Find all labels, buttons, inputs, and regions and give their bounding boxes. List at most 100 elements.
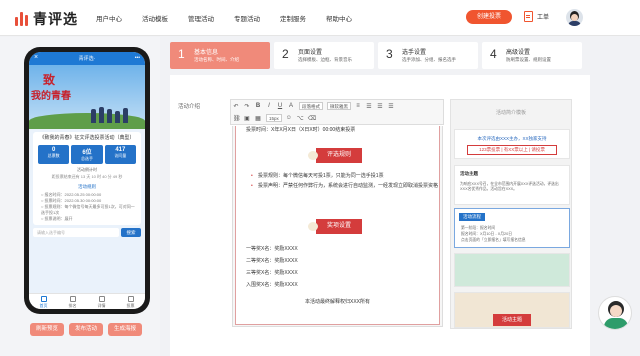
activity-title: 《致我的青春》征文评选投票活动（典型） [39, 135, 135, 141]
gift-icon [308, 151, 318, 160]
home-icon [40, 296, 47, 302]
code-icon[interactable]: ⌥ [297, 115, 304, 122]
logo-bars-icon [14, 11, 30, 27]
undo-icon[interactable]: ↶ [233, 103, 239, 110]
tab-vote[interactable]: 投票 [116, 294, 145, 309]
hero-banner: 致 我的青春 [29, 65, 145, 129]
align-left-icon[interactable]: ☰ [366, 103, 372, 110]
format-select[interactable]: 段落格式 [299, 102, 323, 110]
vote-icon [127, 296, 134, 302]
rule-line: 投票声明：严禁任何作弊行为，系统会进行自动监测，一经发现立即取消投票资格 [251, 182, 438, 190]
publish-button[interactable]: 发布活动 [69, 323, 104, 336]
hero-title-1: 致 [43, 73, 56, 87]
vote-time-line: 投票时间：X年X月X日（X日X时）00:00结束投票 [246, 127, 356, 133]
stat-votes: 0 总票数 [38, 145, 70, 164]
phone-tabbar: 首页 排名 详情 投票 [29, 293, 145, 309]
search-button[interactable]: 搜索 [121, 228, 141, 237]
rules-section-button: 评选规则 [308, 148, 362, 163]
step-page-settings[interactable]: 2 页面设置 选择模板、边框、背景音乐 [274, 42, 374, 69]
prize-line: 入围奖X名：奖励XXXX [246, 282, 298, 288]
step-candidate-settings[interactable]: 3 选手设置 选手添加、分组、报名选手 [378, 42, 478, 69]
customer-service-avatar[interactable] [598, 296, 632, 330]
refresh-preview-button[interactable]: 刷新预览 [30, 323, 65, 336]
font-color-icon[interactable]: A [288, 103, 294, 109]
table-icon[interactable]: ▦ [255, 115, 261, 122]
form-area: 活动介绍 ↶ ↷ B I U A 段落格式 微软雅黑 ≡ ☰ ☰ ☰ ⛓ ▣ ▦… [170, 75, 590, 356]
search-row: 请输入选手编号 搜索 [33, 228, 141, 237]
font-size-select[interactable]: 15px [266, 114, 282, 122]
template-card[interactable]: 活动主题 [454, 292, 570, 328]
align-center-icon[interactable]: ☰ [377, 103, 383, 110]
prize-line: 一等奖X名：奖励XXXX [246, 246, 298, 252]
logo[interactable]: 青评选 [14, 9, 78, 29]
nav-topics[interactable]: 专题活动 [234, 13, 260, 23]
tab-details[interactable]: 详情 [87, 294, 116, 309]
brand-name: 青评选 [33, 11, 78, 27]
footer-note: 本活动最终解释权归XXX所有 [304, 299, 370, 305]
prize-line: 三等奖X名：奖励XXXX [246, 270, 298, 276]
stat-candidates: 6位 总选手 [71, 145, 103, 164]
link-icon[interactable]: ⛓ [233, 115, 241, 122]
align-right-icon[interactable]: ☰ [388, 103, 394, 110]
list-icon[interactable]: ≡ [355, 103, 361, 109]
stat-visits: 417 访问量 [104, 145, 136, 164]
emoji-icon[interactable]: ☺ [286, 115, 292, 121]
template-card[interactable]: 活动流程 第一阶段：报名时间 报名时间：X月10日 - X月20日 点击页面的「… [454, 208, 570, 248]
more-icon[interactable]: ••• [135, 55, 140, 61]
template-heading: 活动简介模板 [495, 110, 526, 116]
awards-section-button: 奖项设置 [308, 219, 362, 234]
nav-templates[interactable]: 活动模板 [142, 13, 168, 23]
nav-user-center[interactable]: 用户中心 [96, 13, 122, 23]
rule-line: 投票规则：每个微信每天可投1票，只能为同一选手投1票 [251, 172, 438, 180]
intro-label: 活动介绍 [178, 104, 201, 110]
bold-icon[interactable]: B [255, 103, 261, 109]
preview-actions: 刷新预览 发布活动 生成海报 [30, 323, 147, 336]
italic-icon[interactable]: I [266, 103, 272, 109]
activity-card: 《致我的青春》征文评选投票活动（典型） 0 总票数 6位 总选手 417 访问量 活动… [33, 132, 141, 225]
hero-title-2: 我的青春 [31, 91, 71, 102]
template-card[interactable]: 活动主题 为响应XXX号召，在全市范围内开展XXX评选活动，评选出XXX名优秀作… [454, 165, 570, 205]
stats-row: 0 总票数 6位 总选手 417 访问量 [37, 145, 137, 164]
step-tabs: 1 基本信息 活动名称、时间、介绍 2 页面设置 选择模板、边框、背景音乐 3 选手设置选… [170, 42, 586, 69]
phone-screen[interactable]: × 青评选· ••• 致 我的青春 《致我的青春》征文评选投票活动（典型） 0总… [29, 52, 145, 309]
rule-item: ○ 投票规则：每个微信号每天最多可投1次，可对同一选手投1次 [41, 204, 135, 215]
details-icon [98, 296, 105, 302]
template-theme-button: 活动主题 [493, 314, 531, 326]
nav-manage[interactable]: 管理活动 [188, 13, 214, 23]
template-card[interactable] [454, 253, 570, 287]
clear-format-icon[interactable]: ⌫ [308, 115, 316, 122]
search-input[interactable]: 请输入选手编号 [33, 228, 119, 237]
ticket-label: 工单 [537, 15, 550, 21]
countdown-value: 距投票结束还有 13 天 10 时 40 分 49 秒 [51, 174, 123, 179]
underline-icon[interactable]: U [277, 103, 283, 109]
gift-icon [308, 222, 318, 231]
ranking-icon [69, 296, 76, 302]
main-nav: 用户中心 活动模板 管理活动 专题活动 定制服务 帮助中心 [96, 13, 372, 23]
tab-home[interactable]: 首页 [29, 294, 58, 309]
top-bar: 青评选 用户中心 活动模板 管理活动 专题活动 定制服务 帮助中心 创建投票 工… [0, 0, 640, 36]
prize-line: 二等奖X名：奖励XXXX [246, 258, 298, 264]
editor-toolbar: ↶ ↷ B I U A 段落格式 微软雅黑 ≡ ☰ ☰ ☰ ⛓ ▣ ▦ 15px… [230, 99, 444, 125]
create-vote-button[interactable]: 创建投票 [466, 10, 512, 24]
nav-help[interactable]: 帮助中心 [326, 13, 352, 23]
poster-button[interactable]: 生成海报 [108, 323, 143, 336]
phone-title: 青评选· [78, 56, 96, 62]
editor-content[interactable]: 投票时间：X年X月X日（X日X时）00:00结束投票 评选规则 投票规则：每个微… [232, 126, 443, 327]
image-icon[interactable]: ▣ [244, 115, 250, 122]
rule-expand[interactable]: ○ 投票说明：展开 [37, 216, 137, 222]
font-family-select[interactable]: 微软雅黑 [327, 102, 351, 110]
ticket-icon [524, 11, 533, 22]
user-avatar[interactable] [566, 9, 583, 26]
phone-topbar: × 青评选· ••• [29, 52, 145, 65]
step-advanced-settings[interactable]: 4 高级设置 防刷票设置、规则设置 [482, 42, 582, 69]
template-card[interactable]: 本次评选由XXX主办，XX独家支持 123票投票 | 有XX票以上 | 请投票 [454, 129, 570, 159]
tab-ranking[interactable]: 排名 [58, 294, 87, 309]
phone-preview: × 青评选· ••• 致 我的青春 《致我的青春》征文评选投票活动（典型） 0总… [24, 47, 150, 314]
ticket-link[interactable]: 工单 [524, 11, 549, 22]
template-panel: 活动简介模板 本次评选由XXX主办，XX独家支持 123票投票 | 有XX票以上… [450, 99, 572, 329]
step-basic-info[interactable]: 1 基本信息 活动名称、时间、介绍 [170, 42, 270, 69]
content-frame: 投票时间：X年X月X日（X日X时）00:00结束投票 评选规则 投票规则：每个微… [235, 126, 440, 325]
redo-icon[interactable]: ↷ [244, 103, 250, 110]
nav-custom[interactable]: 定制服务 [280, 13, 306, 23]
rules-heading: 活动规则 [78, 184, 96, 189]
